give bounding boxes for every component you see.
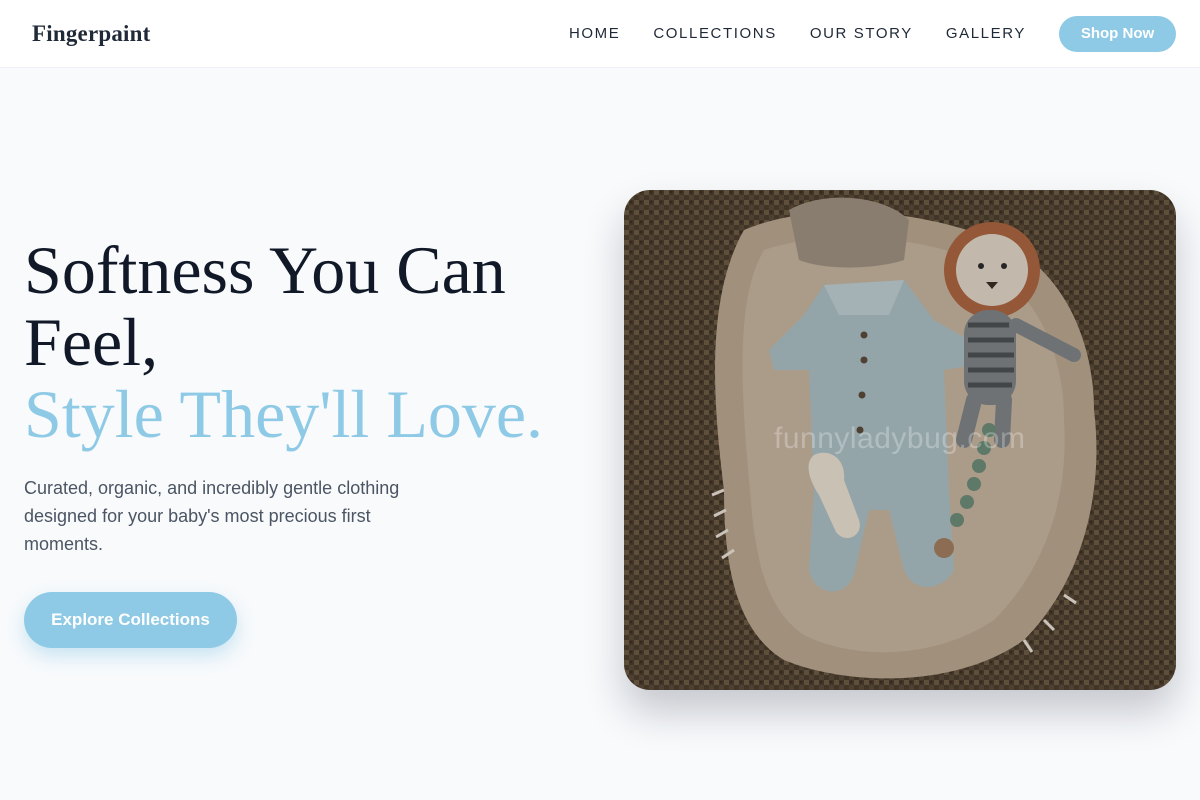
site-header: Fingerpaint HOME COLLECTIONS OUR STORY G… [0, 0, 1200, 68]
hero-subtext: Curated, organic, and incredibly gentle … [24, 478, 400, 554]
nav-link-home[interactable]: HOME [569, 25, 620, 42]
hero-image: funnyladybug.com [624, 190, 1176, 690]
shop-now-button[interactable]: Shop Now [1059, 15, 1176, 52]
hero-headline-main: Softness You Can Feel, [24, 232, 506, 380]
nav-link-gallery[interactable]: GALLERY [946, 25, 1026, 42]
hero-headline: Softness You Can Feel, Style They'll Lov… [24, 234, 594, 450]
nav-link-collections[interactable]: COLLECTIONS [653, 25, 776, 42]
hero-section: Softness You Can Feel, Style They'll Lov… [24, 234, 594, 648]
brand-logo[interactable]: Fingerpaint [32, 21, 150, 47]
hero-headline-accent: Style They'll Love. [24, 376, 544, 452]
explore-collections-button[interactable]: Explore Collections [24, 592, 237, 648]
image-watermark: funnyladybug.com [774, 422, 1026, 455]
main-nav: HOME COLLECTIONS OUR STORY GALLERY Shop … [569, 15, 1176, 52]
nav-link-our-story[interactable]: OUR STORY [810, 25, 913, 42]
